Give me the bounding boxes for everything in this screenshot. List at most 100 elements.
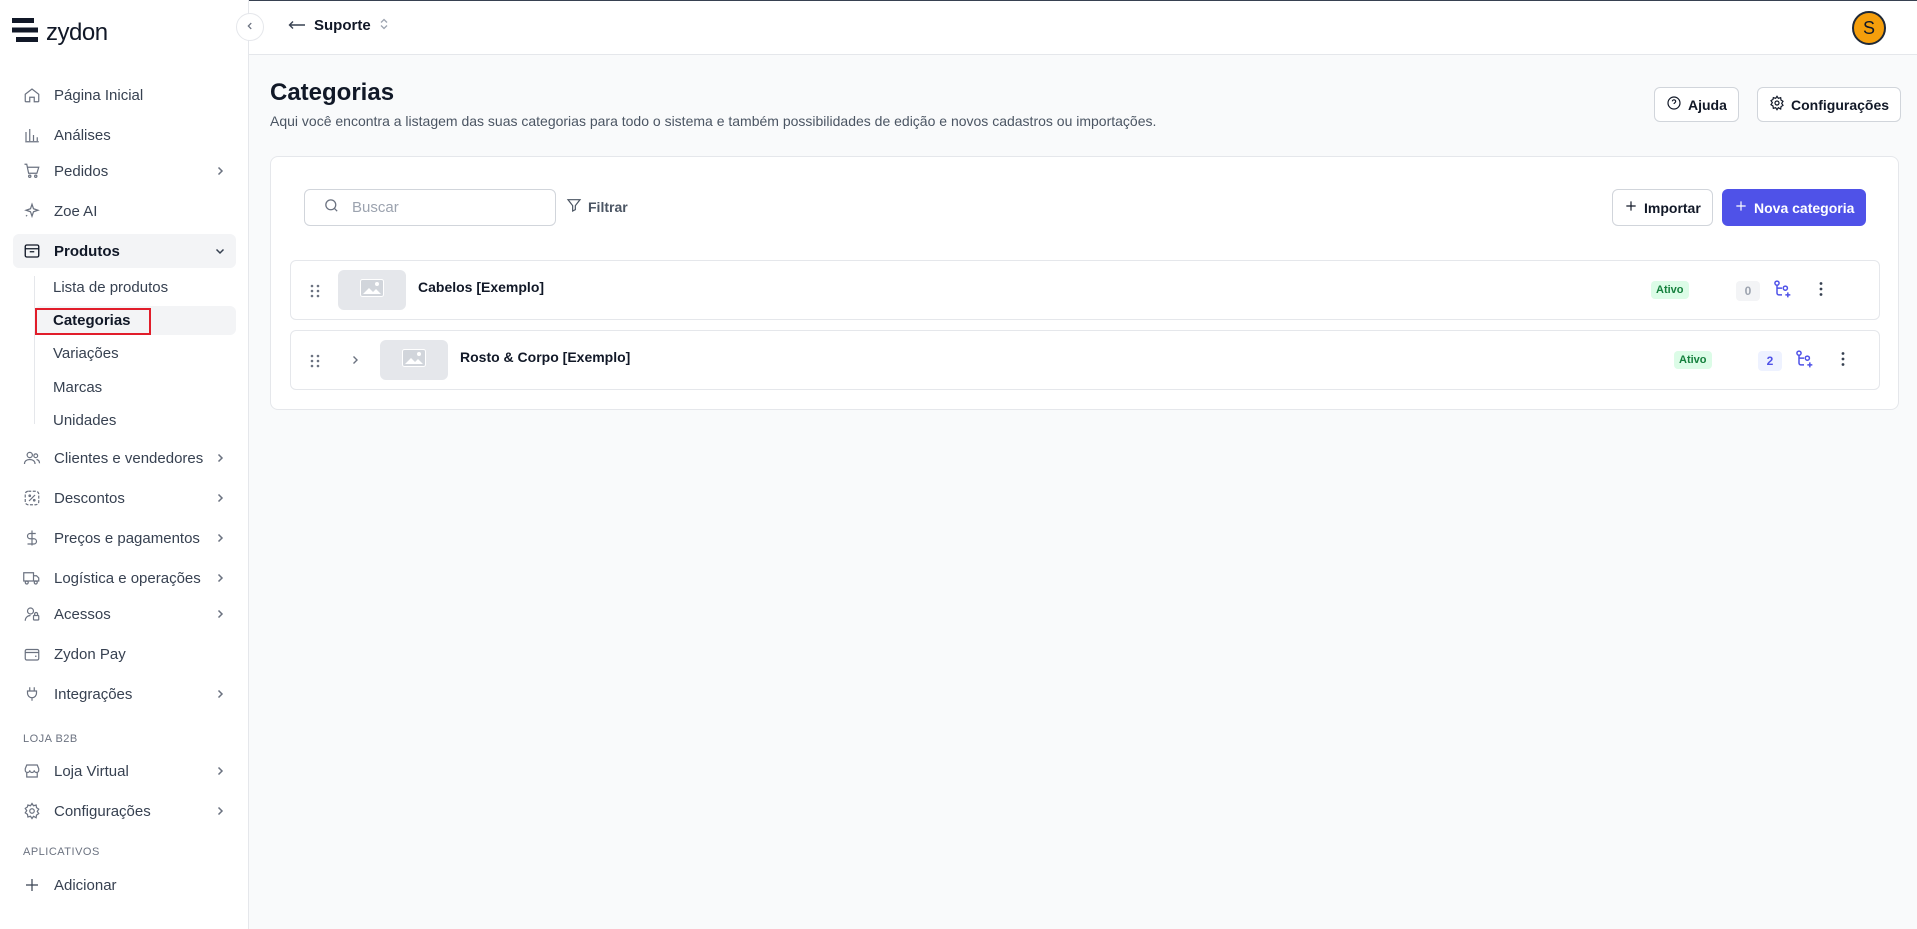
arrow-left-icon	[288, 17, 306, 34]
add-subcategory-icon[interactable]	[1772, 279, 1792, 304]
plug-icon	[22, 684, 42, 704]
chevron-right-icon	[214, 804, 226, 821]
more-options-icon[interactable]	[1840, 351, 1846, 372]
sidebar-item-zydon-pay[interactable]: Zydon Pay	[13, 637, 236, 671]
settings-label: Configurações	[1791, 96, 1890, 113]
plus-icon	[22, 875, 42, 895]
sidebar-item-label: Clientes e vendedores	[54, 449, 204, 467]
add-subcategory-icon[interactable]	[1794, 349, 1814, 374]
workspace-name: Suporte	[314, 17, 371, 34]
chevron-left-icon	[245, 18, 255, 36]
status-badge: Ativo	[1651, 281, 1689, 299]
drag-handle-icon[interactable]	[309, 283, 321, 304]
sidebar-item-label: Acessos	[54, 605, 111, 623]
zydon-logo-icon	[12, 18, 38, 47]
category-row[interactable]: Rosto & Corpo [Exemplo] Ativo 2	[290, 330, 1880, 390]
sidebar-item-precos[interactable]: Preços e pagamentos	[13, 521, 236, 555]
submenu-item-variacoes[interactable]: Variações	[34, 339, 236, 368]
brand-logo[interactable]: zydon	[12, 18, 108, 47]
sidebar-item-label: Descontos	[54, 489, 125, 507]
sidebar-item-pedidos[interactable]: Pedidos	[13, 154, 236, 188]
filter-button[interactable]: Filtrar	[566, 197, 628, 216]
chevron-right-icon	[214, 687, 226, 704]
chevron-right-icon	[214, 164, 226, 181]
section-label-apps: APLICATIVOS	[23, 846, 100, 858]
search-icon	[323, 197, 340, 219]
image-placeholder-icon	[360, 278, 384, 302]
sidebar-item-logistica[interactable]: Logística e operações	[13, 561, 236, 595]
discount-icon	[22, 488, 42, 508]
sidebar-item-label: Adicionar	[54, 876, 117, 894]
user-avatar[interactable]: S	[1852, 11, 1886, 45]
sidebar-collapse-button[interactable]	[236, 13, 264, 41]
sidebar-item-label: Análises	[54, 126, 111, 144]
plus-icon	[1734, 199, 1748, 216]
new-category-button[interactable]: Nova categoria	[1722, 189, 1867, 226]
sidebar-item-label: Pedidos	[54, 162, 109, 180]
submenu-item-marcas[interactable]: Marcas	[34, 373, 236, 402]
sidebar-item-clientes[interactable]: Clientes e vendedores	[13, 441, 236, 475]
subcategory-count: 2	[1758, 351, 1782, 371]
sidebar-item-label: Integrações	[54, 685, 133, 703]
selection-highlight-box	[35, 308, 151, 335]
access-icon	[22, 604, 42, 624]
help-button[interactable]: Ajuda	[1654, 87, 1739, 122]
settings-button[interactable]: Configurações	[1757, 87, 1902, 122]
sidebar-item-label: Configurações	[54, 802, 151, 820]
submenu-item-unidades[interactable]: Unidades	[34, 406, 236, 435]
sidebar-item-analises[interactable]: Análises	[13, 118, 236, 152]
sidebar-item-pagina-inicial[interactable]: Página Inicial	[13, 78, 236, 112]
filter-label: Filtrar	[588, 198, 628, 215]
page-subtitle: Aqui você encontra a listagem das suas c…	[270, 113, 1157, 129]
categories-card: Filtrar Importar Nova categoria Cabelos …	[270, 156, 1899, 410]
drag-handle-icon[interactable]	[309, 353, 321, 374]
sidebar-item-integracoes[interactable]: Integrações	[13, 677, 236, 711]
search-input[interactable]	[352, 199, 542, 216]
sidebar-item-descontos[interactable]: Descontos	[13, 481, 236, 515]
sidebar-item-adicionar[interactable]: Adicionar	[13, 868, 236, 902]
sidebar-item-label: Produtos	[54, 242, 120, 260]
dollar-icon	[22, 528, 42, 548]
filter-icon	[566, 197, 582, 216]
import-button[interactable]: Importar	[1612, 189, 1713, 226]
sidebar-item-produtos[interactable]: Produtos	[13, 234, 236, 268]
box-icon	[22, 241, 42, 261]
section-label-b2b: LOJA B2B	[23, 733, 78, 745]
chevron-right-icon	[214, 571, 226, 588]
sidebar: zydon Página Inicial Análises Pedidos Zo…	[0, 0, 249, 929]
page-title: Categorias	[270, 79, 395, 106]
image-placeholder-icon	[402, 348, 426, 372]
sidebar-item-loja-virtual[interactable]: Loja Virtual	[13, 754, 236, 788]
home-icon	[22, 85, 42, 105]
chart-icon	[22, 125, 42, 145]
workspace-switcher[interactable]: Suporte	[288, 17, 389, 34]
sidebar-item-zoe-ai[interactable]: Zoe AI	[13, 194, 236, 228]
subcategory-count: 0	[1736, 281, 1760, 301]
import-label: Importar	[1644, 199, 1701, 216]
brand-name: zydon	[46, 18, 108, 46]
submenu-label: Unidades	[53, 412, 117, 429]
more-options-icon[interactable]	[1818, 281, 1824, 302]
submenu-label: Variações	[53, 345, 119, 362]
category-row[interactable]: Cabelos [Exemplo] Ativo 0	[290, 260, 1880, 320]
sidebar-item-label: Zoe AI	[54, 202, 98, 220]
new-category-label: Nova categoria	[1754, 199, 1855, 216]
chevron-right-icon	[214, 531, 226, 548]
expand-chevron-icon[interactable]	[349, 353, 361, 372]
truck-icon	[22, 568, 42, 588]
sparkle-icon	[22, 201, 42, 221]
chevron-right-icon	[214, 451, 226, 468]
search-box[interactable]	[304, 189, 556, 226]
submenu-label: Marcas	[53, 379, 103, 396]
submenu-label: Lista de produtos	[53, 279, 169, 296]
category-thumbnail	[380, 340, 448, 380]
sidebar-item-configuracoes[interactable]: Configurações	[13, 794, 236, 828]
plus-icon	[1624, 199, 1638, 216]
cart-icon	[22, 161, 42, 181]
help-label: Ajuda	[1688, 96, 1727, 113]
chevron-right-icon	[214, 491, 226, 508]
submenu-item-lista-de-produtos[interactable]: Lista de produtos	[34, 273, 236, 302]
help-circle-icon	[1666, 95, 1682, 114]
sidebar-item-acessos[interactable]: Acessos	[13, 597, 236, 631]
status-badge: Ativo	[1674, 351, 1712, 369]
